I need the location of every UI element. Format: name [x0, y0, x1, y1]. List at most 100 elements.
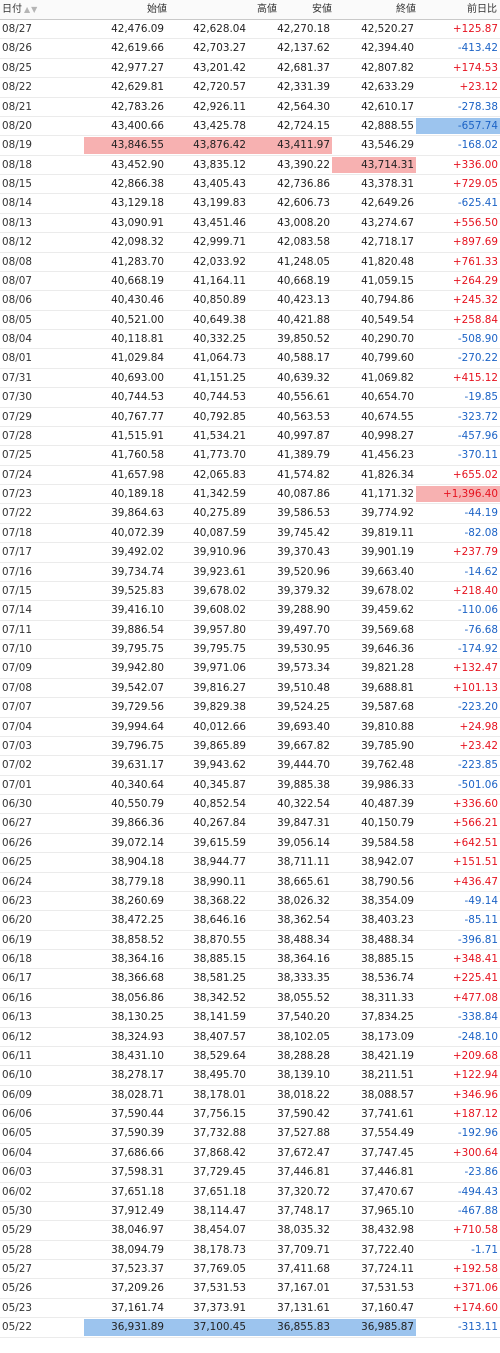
cell-high: 38,581.25: [193, 972, 246, 985]
cell-open: 39,416.10: [111, 604, 164, 617]
cell-high: 39,865.89: [193, 739, 246, 752]
cell-change: +151.51: [452, 856, 498, 869]
cell-high: 38,178.01: [193, 1088, 246, 1101]
cell-change: -494.43: [457, 1185, 498, 1198]
table-row: 08/21 42,783.26 42,926.11 42,564.30 42,610.1…: [0, 98, 500, 117]
table-row: 08/26 42,619.66 42,703.27 42,137.62 42,394.4…: [0, 39, 500, 59]
cell-change: +125.87: [452, 23, 498, 35]
table-row: 05/22 36,931.89 37,100.45 36,855.83 36,985.8…: [0, 1318, 500, 1338]
cell-date: 08/25: [2, 61, 32, 74]
cell-change: +218.40: [452, 584, 498, 597]
cell-close: 39,569.68: [361, 623, 414, 636]
cell-high: 42,628.04: [193, 23, 246, 35]
cell-high: 39,829.38: [193, 701, 246, 714]
cell-low: 43,411.97: [248, 137, 332, 154]
cell-change: -223.20: [457, 701, 498, 714]
cell-open: 38,260.69: [111, 894, 164, 907]
cell-high: 38,368.22: [193, 894, 246, 907]
cell-change: +348.41: [452, 953, 498, 965]
cell-low: 39,885.38: [277, 778, 330, 791]
cell-low: 39,444.70: [277, 759, 330, 772]
cell-high: 38,454.07: [193, 1224, 246, 1237]
cell-close: 39,459.62: [361, 604, 414, 617]
cell-low: 42,083.58: [277, 236, 330, 249]
cell-low: 39,379.32: [277, 584, 330, 597]
cell-date: 06/26: [2, 836, 32, 849]
cell-low: 36,855.83: [248, 1319, 332, 1336]
cell-open: 43,129.18: [111, 197, 164, 210]
cell-date: 06/12: [2, 1030, 32, 1043]
cell-close: 39,663.40: [361, 565, 414, 578]
cell-date: 07/04: [2, 720, 32, 733]
cell-high: 39,943.62: [193, 759, 246, 772]
cell-low: 38,362.54: [277, 914, 330, 927]
header-date[interactable]: 日付: [2, 0, 22, 19]
cell-date: 07/28: [2, 429, 32, 442]
cell-open: 41,515.91: [111, 429, 164, 442]
cell-high: 39,957.80: [193, 623, 246, 636]
cell-open: 43,452.90: [111, 158, 164, 171]
cell-date: 07/31: [2, 371, 32, 384]
cell-close: 37,470.67: [361, 1185, 414, 1198]
cell-close: 37,722.40: [361, 1243, 414, 1256]
table-row: 06/26 39,072.14 39,615.59 39,056.14 39,584.5…: [0, 834, 500, 854]
cell-date: 07/22: [2, 507, 32, 520]
cell-high: 41,534.21: [193, 429, 246, 442]
cell-open: 40,430.46: [111, 294, 164, 307]
cell-close: 43,274.67: [361, 216, 414, 229]
cell-open: 40,693.00: [111, 371, 164, 384]
cell-low: 40,588.17: [277, 352, 330, 365]
cell-date: 08/12: [2, 236, 32, 249]
cell-change: +174.60: [452, 1301, 498, 1314]
cell-date: 06/11: [2, 1049, 32, 1062]
sort-toggle-icon[interactable]: ▲▼: [24, 0, 38, 19]
cell-change: +101.13: [452, 681, 498, 694]
cell-low: 40,556.61: [277, 391, 330, 404]
cell-close: 37,741.61: [361, 1108, 414, 1120]
table-row: 06/20 38,472.25 38,646.16 38,362.54 38,403.2…: [0, 911, 500, 931]
table-row: 06/12 38,324.93 38,407.57 38,102.05 38,173.0…: [0, 1028, 500, 1047]
cell-open: 40,340.64: [111, 778, 164, 791]
cell-high: 42,703.27: [193, 42, 246, 55]
cell-low: 40,423.13: [277, 294, 330, 307]
cell-change: -467.88: [457, 1204, 498, 1217]
cell-change: -223.85: [457, 759, 498, 772]
cell-low: 39,850.52: [277, 333, 330, 345]
cell-close: 38,421.19: [361, 1049, 414, 1062]
cell-high: 37,732.88: [193, 1127, 246, 1140]
cell-close: 41,171.32: [361, 488, 414, 500]
header-high[interactable]: 高値: [257, 0, 277, 19]
cell-low: 39,056.14: [277, 836, 330, 849]
cell-date: 08/26: [2, 42, 32, 55]
cell-high: 40,649.38: [193, 313, 246, 326]
cell-date: 08/21: [2, 100, 32, 113]
cell-change: +245.32: [452, 294, 498, 307]
cell-low: 37,167.01: [277, 1282, 330, 1295]
cell-close: 38,885.15: [361, 953, 414, 965]
cell-low: 39,497.70: [277, 623, 330, 636]
table-row: 08/18 43,452.90 43,835.12 43,390.22 43,714.3…: [0, 156, 500, 175]
cell-date: 06/18: [2, 953, 32, 965]
cell-high: 39,678.02: [193, 584, 246, 597]
cell-high: 40,850.89: [193, 294, 246, 307]
cell-open: 38,904.18: [111, 856, 164, 869]
cell-date: 06/02: [2, 1185, 32, 1198]
table-row: 06/02 37,651.18 37,651.18 37,320.72 37,470.6…: [0, 1183, 500, 1202]
cell-date: 06/04: [2, 1146, 32, 1159]
cell-close: 40,150.79: [361, 817, 414, 830]
header-change[interactable]: 前日比: [467, 0, 497, 19]
cell-close: 37,531.53: [361, 1282, 414, 1295]
header-low[interactable]: 安値: [312, 0, 332, 19]
header-open[interactable]: 始値: [147, 0, 167, 19]
cell-high: 39,923.61: [193, 565, 246, 578]
cell-date: 08/01: [2, 352, 32, 365]
cell-high: 37,769.05: [193, 1263, 246, 1275]
cell-high: 38,495.70: [193, 1069, 246, 1082]
cell-date: 07/17: [2, 546, 32, 559]
cell-date: 05/23: [2, 1301, 32, 1314]
cell-close: 42,649.26: [361, 197, 414, 210]
cell-close: 40,549.54: [361, 313, 414, 326]
cell-close: 43,546.29: [361, 139, 414, 152]
header-close[interactable]: 終値: [396, 0, 416, 19]
cell-open: 41,283.70: [111, 255, 164, 268]
